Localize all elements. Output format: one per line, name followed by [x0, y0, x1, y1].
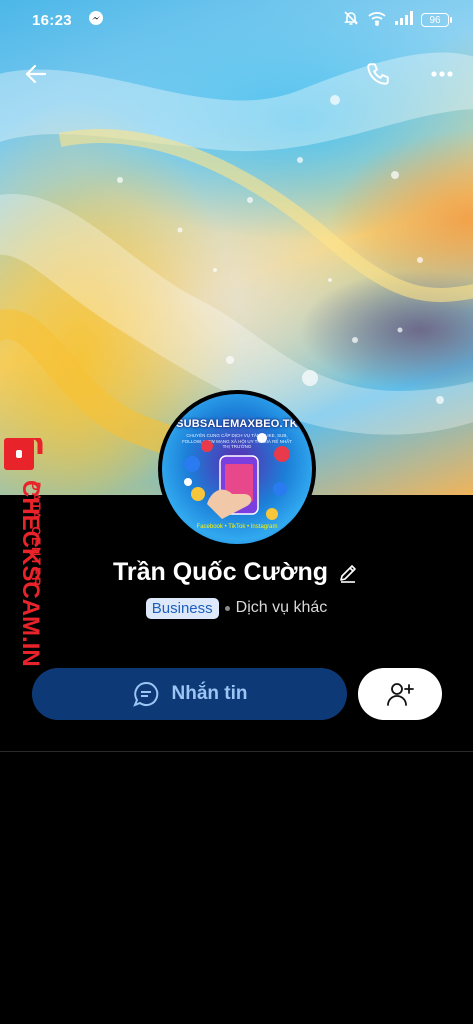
- phone-icon: [367, 63, 389, 85]
- separator-dot: [224, 605, 230, 611]
- chat-bubble-icon: [132, 681, 158, 707]
- watermark-art: CHECKSCAM.INFO DATA CENTER: [4, 434, 44, 700]
- more-button[interactable]: [420, 52, 464, 96]
- wifi-icon: [367, 10, 387, 30]
- profile-header: [0, 52, 473, 96]
- category-label: Dịch vụ khác: [235, 599, 328, 616]
- battery-icon: 96: [421, 13, 452, 27]
- message-button[interactable]: Nhắn tin: [32, 668, 347, 720]
- user-plus-icon: [387, 683, 414, 706]
- profile-name: Trần Quốc Cường: [112, 558, 329, 586]
- profile-name-row: Trần Quốc Cường: [0, 558, 473, 587]
- back-button[interactable]: [14, 52, 58, 96]
- divider: [0, 751, 473, 752]
- add-friend-button[interactable]: [358, 668, 442, 720]
- avatar-footer: Facebook • TikTok • Instagram: [196, 524, 278, 530]
- more-horizontal-icon: [431, 71, 453, 77]
- pencil-icon[interactable]: [338, 562, 360, 584]
- message-button-label: Nhắn tin: [171, 683, 248, 704]
- business-badge: Business: [145, 597, 219, 619]
- category-row: Business Dịch vụ khác: [0, 596, 473, 620]
- avatar-art: [184, 433, 290, 520]
- watermark: CHECKSCAM.INFO DATA CENTER: [0, 434, 60, 700]
- battery-level: 96: [429, 14, 441, 26]
- messenger-icon: [88, 10, 104, 30]
- bell-off-icon: [343, 10, 359, 30]
- call-button[interactable]: [356, 52, 400, 96]
- avatar[interactable]: SUBSALEMAXBEO.TK CHUYÊN CUNG CẤP DỊCH VỤ…: [158, 390, 316, 548]
- status-time: 16:23: [32, 11, 72, 29]
- arrow-left-icon: [25, 64, 47, 84]
- status-bar: 16:23 96: [0, 0, 473, 40]
- watermark-line1: DATA CENTER: [29, 482, 43, 588]
- signal-icon: [395, 11, 413, 29]
